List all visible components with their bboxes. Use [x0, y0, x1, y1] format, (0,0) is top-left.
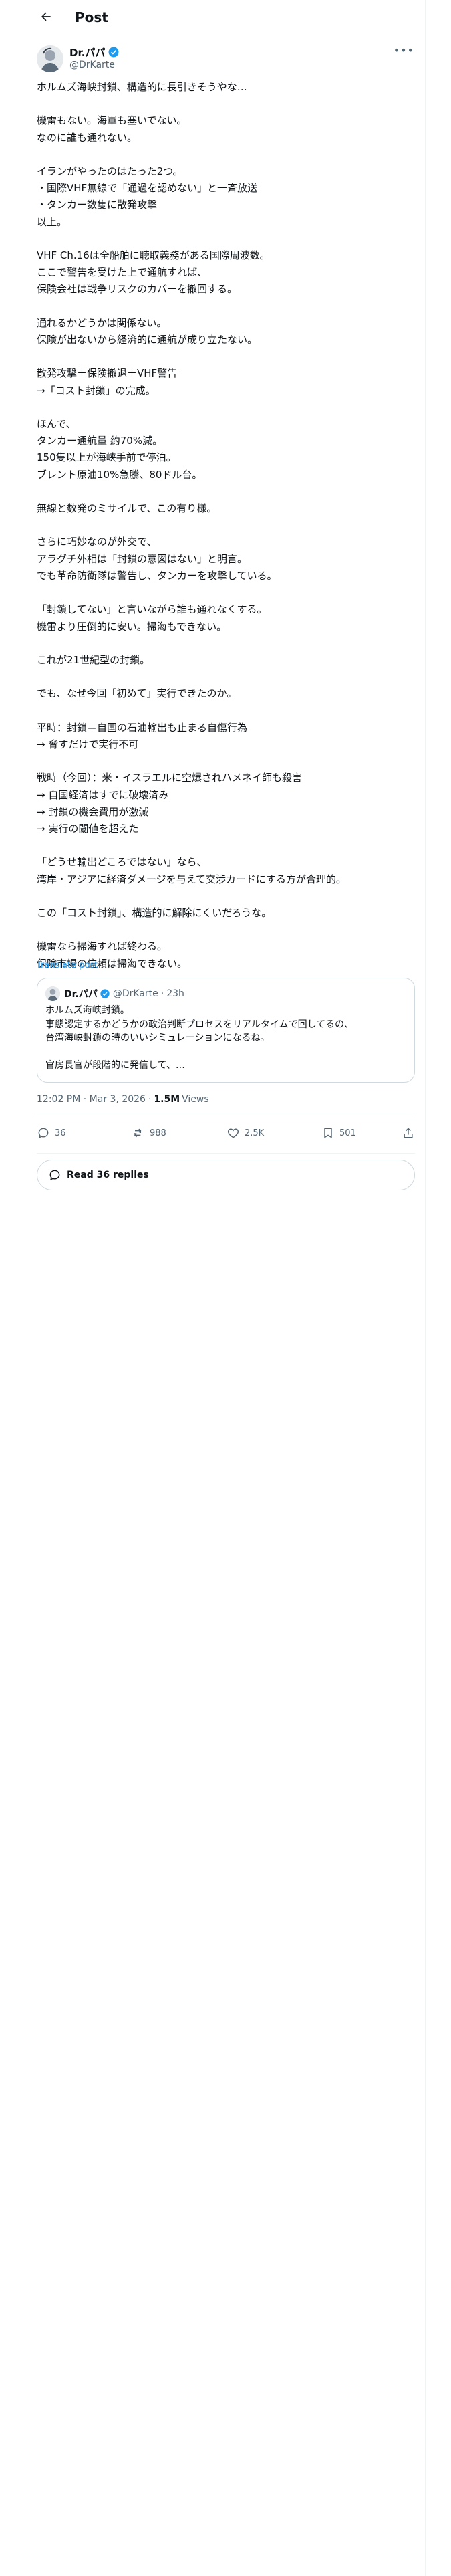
main-column: Post Dr.パパ @DrKarte ••• ホルムズ海峡封鎖、構造的に長引き… — [25, 0, 426, 2576]
bookmark-button[interactable]: 501 — [321, 1126, 356, 1140]
chat-bubble-icon — [49, 1170, 60, 1180]
like-button[interactable]: 2.5K — [227, 1126, 264, 1140]
heart-icon — [227, 1128, 239, 1138]
share-button[interactable] — [402, 1126, 420, 1140]
author-handle[interactable]: @DrKarte — [69, 60, 115, 70]
quote-separator: · — [160, 988, 164, 999]
page-header: Post — [25, 0, 425, 37]
back-button[interactable] — [37, 10, 55, 27]
views-count: 1.5M — [154, 1094, 180, 1105]
avatar[interactable] — [37, 45, 63, 72]
arrow-left-icon — [41, 12, 51, 21]
post-body: ホルムズ海峡封鎖、構造的に長引きそうやな… 機雷もない。海軍も塞いでない。 なの… — [37, 81, 347, 970]
repost-icon — [134, 1128, 142, 1138]
post-meta: 12:02 PM · Mar 3, 2026 · 1.5M Views — [37, 1094, 209, 1105]
quoted-post[interactable]: Dr.パパ @DrKarte · 23h ホルムズ海峡封鎖。 事態認定するかどう… — [37, 978, 415, 1083]
quote-text: ホルムズ海峡封鎖。 事態認定するかどうかの政治判断プロセスをリアルタイムで回して… — [45, 1005, 354, 1071]
post-timestamp[interactable]: 12:02 PM · Mar 3, 2026 — [37, 1094, 146, 1105]
repost-button[interactable]: 988 — [132, 1126, 166, 1140]
read-replies-button[interactable]: Read 36 replies — [37, 1160, 415, 1190]
author-name[interactable]: Dr.パパ — [69, 45, 105, 60]
reply-button[interactable]: 36 — [37, 1126, 66, 1140]
quote-header: Dr.パパ @DrKarte · 23h — [64, 986, 184, 1001]
quote-time: 23h — [166, 988, 184, 999]
divider — [37, 1153, 415, 1154]
share-icon — [404, 1128, 413, 1138]
quote-avatar — [45, 986, 60, 1001]
bookmark-count: 501 — [339, 1128, 356, 1138]
reply-icon — [38, 1128, 49, 1138]
quote-author-handle: @DrKarte — [112, 988, 158, 999]
repost-count: 988 — [150, 1128, 166, 1138]
author-name-row: Dr.パパ — [69, 45, 120, 59]
meta-separator: · — [148, 1094, 152, 1105]
like-count: 2.5K — [245, 1128, 265, 1138]
quote-verified-badge-icon — [100, 988, 110, 999]
read-replies-label: Read 36 replies — [67, 1170, 149, 1180]
translate-post-link[interactable]: Translate post — [37, 960, 98, 970]
more-options-icon[interactable]: ••• — [394, 44, 414, 57]
action-bar: 36 988 2.5K 501 — [37, 1123, 415, 1144]
verified-badge-icon — [108, 46, 120, 58]
quote-author-name: Dr.パパ — [64, 989, 98, 1000]
bookmark-icon — [324, 1128, 332, 1138]
views-label: Views — [182, 1094, 209, 1105]
avatar-image — [37, 45, 63, 72]
reply-count: 36 — [55, 1128, 66, 1138]
page-title: Post — [75, 9, 108, 25]
